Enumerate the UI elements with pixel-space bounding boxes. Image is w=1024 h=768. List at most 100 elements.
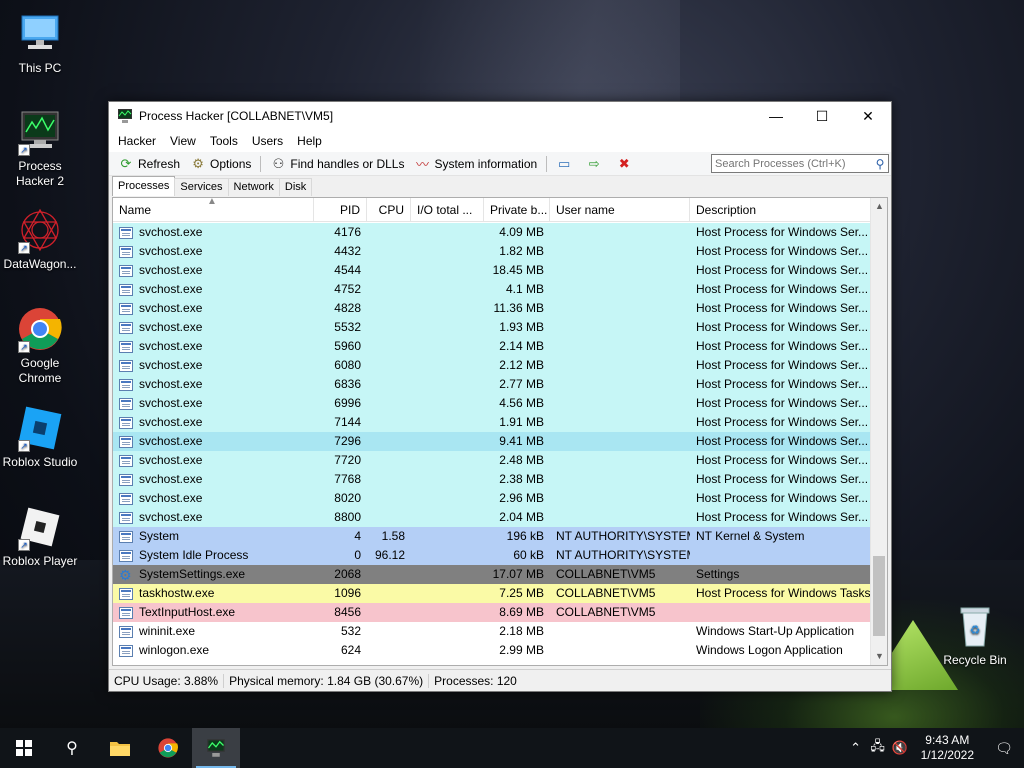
menu-users[interactable]: Users <box>245 134 290 148</box>
column-header-private-bytes[interactable]: Private b... <box>484 198 550 222</box>
desktop-icon-recycle-bin[interactable]: ♻ Recycle Bin <box>935 602 1015 668</box>
table-row[interactable]: svchost.exe 4752 4.1 MB Host Process for Wi… <box>113 280 871 299</box>
table-row[interactable]: svchost.exe 7296 9.41 MB Host Process for W… <box>113 432 871 451</box>
scroll-down-icon[interactable]: ▼ <box>871 648 887 665</box>
process-user-name <box>550 337 690 356</box>
find-handles-button[interactable]: ⚇ Find handles or DLLs <box>265 153 409 175</box>
process-user-name <box>550 356 690 375</box>
tab-disk[interactable]: Disk <box>278 178 313 196</box>
table-row[interactable]: svchost.exe 5960 2.14 MB Host Process for W… <box>113 337 871 356</box>
taskbar-process-hacker[interactable] <box>192 728 240 768</box>
table-row[interactable]: svchost.exe 8800 2.04 MB Host Process for W… <box>113 508 871 527</box>
menu-help[interactable]: Help <box>290 134 329 148</box>
shortcut-arrow-icon: ↗ <box>18 242 30 254</box>
chevron-up-icon[interactable]: ⌃ <box>845 740 867 756</box>
table-row[interactable]: svchost.exe 4432 1.82 MB Host Process for W… <box>113 242 871 261</box>
menu-hacker[interactable]: Hacker <box>111 134 163 148</box>
status-process-count: Processes: 120 <box>434 673 517 688</box>
process-io-total <box>411 375 484 394</box>
process-name: svchost.exe <box>139 453 203 467</box>
column-header-pid[interactable]: PID <box>314 198 367 222</box>
process-name-cell: System Idle Process <box>113 546 314 565</box>
menu-view[interactable]: View <box>163 134 203 148</box>
process-tree[interactable]: Name ▲ PID CPU I/O total ... Private b...… <box>112 197 888 666</box>
desktop-icon-label: This PC <box>18 61 62 75</box>
table-row[interactable]: System 4 1.58 196 kB NT AUTHORITY\SYSTEM NT K… <box>113 527 871 546</box>
title-bar[interactable]: Process Hacker [COLLABNET\VM5] — ☐ ✕ <box>109 102 891 130</box>
search-box[interactable]: ⚲ <box>711 154 889 173</box>
desktop-icon-roblox-studio[interactable]: ↗ Roblox Studio <box>0 404 80 470</box>
notification-icon[interactable]: 🗨 <box>984 740 1024 757</box>
network-icon[interactable]: 🖧 <box>867 737 889 759</box>
desktop-icon-process-hacker[interactable]: ↗ Process Hacker 2 <box>0 108 80 189</box>
clock[interactable]: 9:43 AM 1/12/2022 <box>911 733 984 763</box>
table-row[interactable]: svchost.exe 8020 2.96 MB Host Process for W… <box>113 489 871 508</box>
process-description: Windows Logon Application <box>696 643 843 657</box>
table-row[interactable]: svchost.exe 6996 4.56 MB Host Process for W… <box>113 394 871 413</box>
status-cpu-usage: CPU Usage: 3.88% <box>109 673 225 688</box>
process-private-bytes: 2.77 MB <box>499 377 544 391</box>
system-information-button[interactable]: 〰 System information <box>409 153 542 175</box>
table-row[interactable]: ⚙ SystemSettings.exe 2068 17.07 MB COLLABNET… <box>113 565 871 584</box>
process-user-name: COLLABNET\VM5 <box>556 605 656 619</box>
table-row[interactable]: svchost.exe 6080 2.12 MB Host Process for W… <box>113 356 871 375</box>
tab-network[interactable]: Network <box>227 178 280 196</box>
column-header-description[interactable]: Description <box>690 198 871 222</box>
column-header-user-name[interactable]: User name <box>550 198 690 222</box>
column-header-name[interactable]: Name ▲ <box>113 198 314 222</box>
process-description: Host Process for Windows Ser... <box>696 358 869 372</box>
column-header-io-total[interactable]: I/O total ... <box>411 198 484 222</box>
process-pid: 8800 <box>334 510 361 524</box>
process-name-cell: svchost.exe <box>113 394 314 413</box>
process-cpu <box>367 603 411 622</box>
tab-processes[interactable]: Processes <box>112 176 176 196</box>
table-row[interactable]: svchost.exe 4176 4.09 MB Host Process for W… <box>113 223 871 242</box>
window-properties-button[interactable]: ▭ <box>551 153 581 175</box>
table-row[interactable]: svchost.exe 6836 2.77 MB Host Process for W… <box>113 375 871 394</box>
process-io-total <box>411 451 484 470</box>
process-description <box>690 603 871 622</box>
process-private-bytes: 2.04 MB <box>499 510 544 524</box>
options-button[interactable]: ⚙ Options <box>185 153 256 175</box>
taskbar-chrome[interactable] <box>144 728 192 768</box>
table-row[interactable]: svchost.exe 7768 2.38 MB Host Process for W… <box>113 470 871 489</box>
close-button[interactable]: ✕ <box>845 102 891 130</box>
table-row[interactable]: wininit.exe 532 2.18 MB Windows Start-Up Ap… <box>113 622 871 641</box>
vertical-scrollbar[interactable]: ▲ ▼ <box>870 198 887 665</box>
scroll-up-icon[interactable]: ▲ <box>871 198 887 215</box>
desktop-icon-datawagon[interactable]: ↗ DataWagon... <box>0 206 80 272</box>
table-row[interactable]: svchost.exe 7720 2.48 MB Host Process for W… <box>113 451 871 470</box>
menu-tools[interactable]: Tools <box>203 134 245 148</box>
table-row[interactable]: svchost.exe 4544 18.45 MB Host Process for … <box>113 261 871 280</box>
maximize-button[interactable]: ☐ <box>799 102 845 130</box>
scrollbar-thumb[interactable] <box>873 556 885 636</box>
desktop-icon-roblox-player[interactable]: ↗ Roblox Player <box>0 503 80 569</box>
table-row[interactable]: svchost.exe 5532 1.93 MB Host Process for W… <box>113 318 871 337</box>
minimize-button[interactable]: — <box>753 102 799 130</box>
go-to-window-button[interactable]: ⇨ <box>581 153 611 175</box>
search-icon[interactable]: ⚲ <box>872 157 888 171</box>
table-row[interactable]: winlogon.exe 624 2.99 MB Windows Logon Appl… <box>113 641 871 660</box>
desktop-icon-google-chrome[interactable]: ↗ Google Chrome <box>0 305 80 386</box>
table-row[interactable]: System Idle Process 0 96.12 60 kB NT AUTHORI… <box>113 546 871 565</box>
taskbar-file-explorer[interactable] <box>96 728 144 768</box>
tab-services[interactable]: Services <box>174 178 229 196</box>
start-button[interactable] <box>0 728 48 768</box>
sort-ascending-icon: ▲ <box>207 198 217 207</box>
table-row[interactable]: TextInputHost.exe 8456 8.69 MB COLLABNET\VM… <box>113 603 871 622</box>
search-button[interactable]: ⚲ <box>48 728 96 768</box>
terminate-button[interactable]: ✖ <box>611 153 641 175</box>
process-hacker-app-icon <box>118 109 132 123</box>
refresh-button[interactable]: ⟳ Refresh <box>113 153 185 175</box>
desktop-icon-this-pc[interactable]: This PC <box>0 10 80 76</box>
table-row[interactable]: svchost.exe 7144 1.91 MB Host Process for W… <box>113 413 871 432</box>
table-row[interactable]: taskhostw.exe 1096 7.25 MB COLLABNET\VM5 Hos… <box>113 584 871 603</box>
process-window-icon <box>119 549 133 562</box>
column-header-row: Name ▲ PID CPU I/O total ... Private b...… <box>113 198 871 222</box>
process-cpu <box>367 565 411 584</box>
column-header-cpu[interactable]: CPU <box>367 198 411 222</box>
volume-muted-icon[interactable]: 🔇 <box>889 740 911 756</box>
search-input[interactable] <box>712 156 872 171</box>
process-description: Host Process for Windows Ser... <box>696 453 869 467</box>
table-row[interactable]: svchost.exe 4828 11.36 MB Host Process for … <box>113 299 871 318</box>
